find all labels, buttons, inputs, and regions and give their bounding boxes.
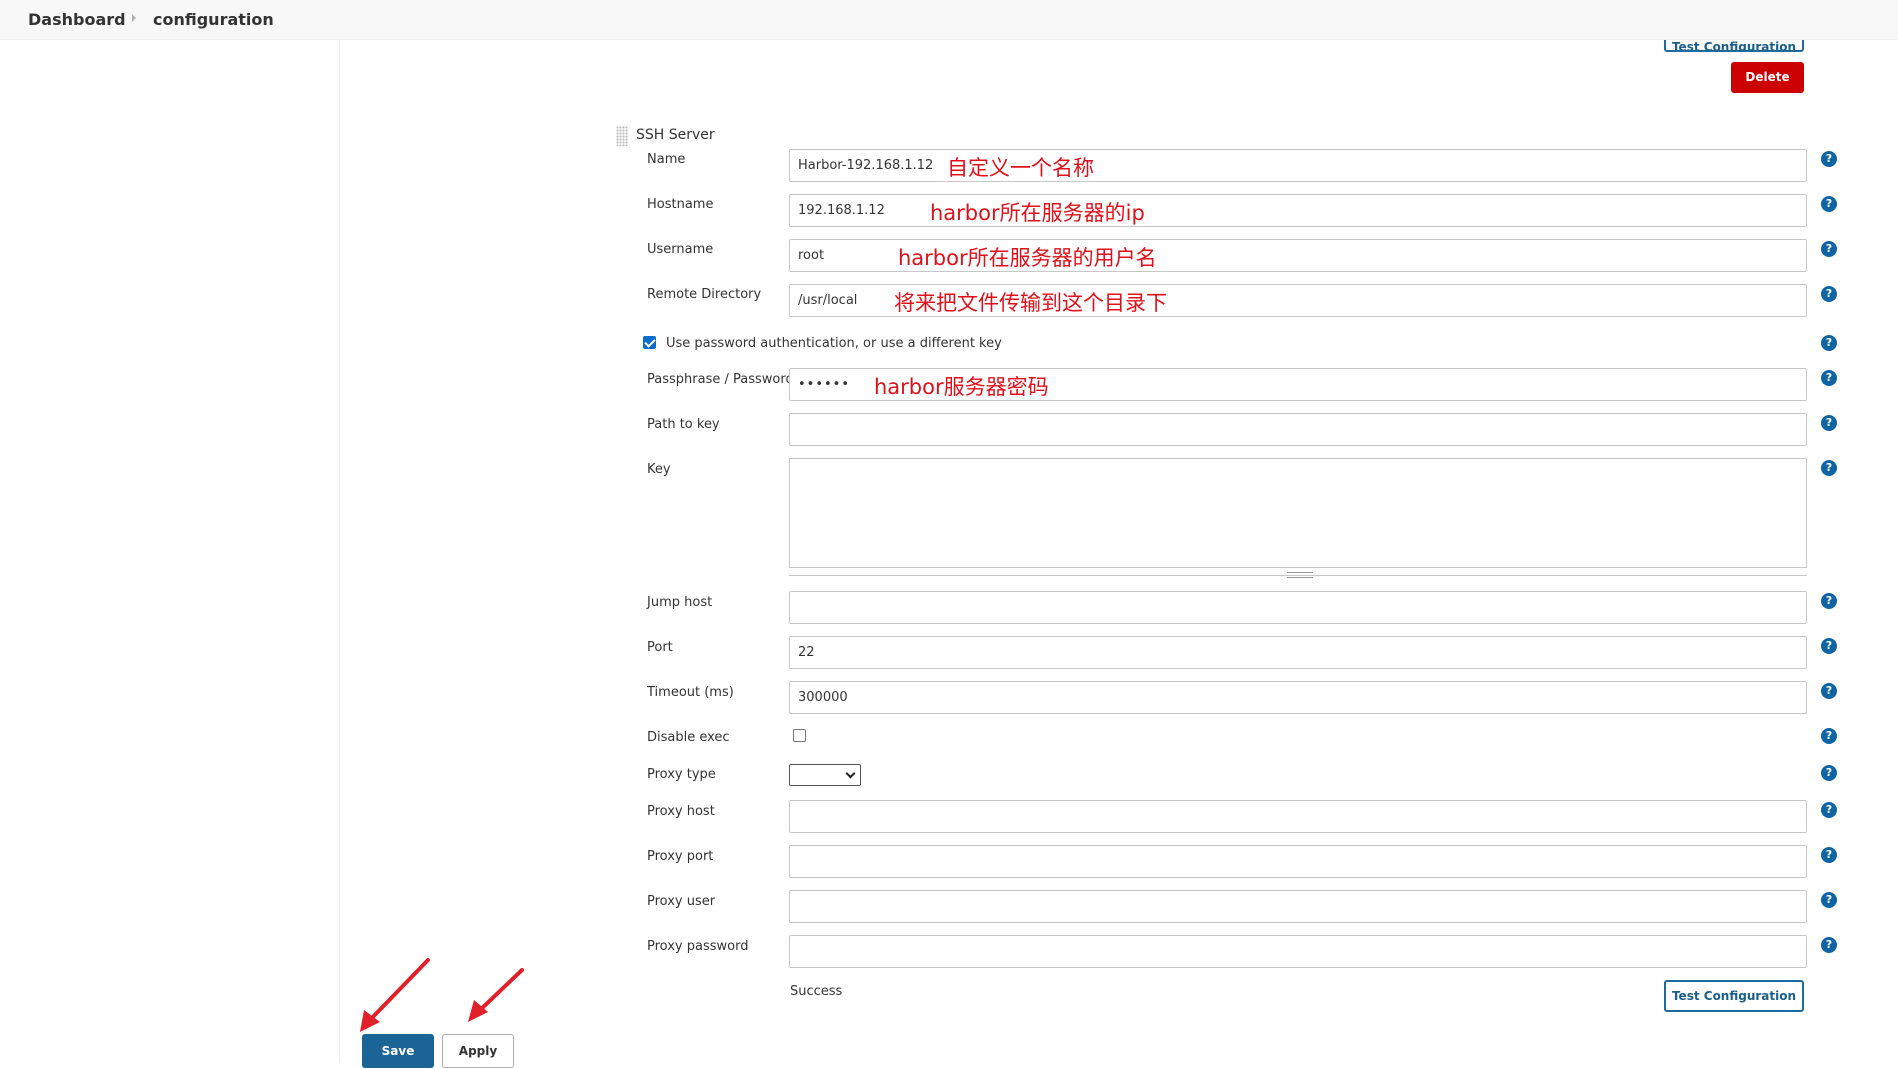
timeout-value: 300000 [798,690,848,705]
hostname-label: Hostname [647,197,714,212]
hostname-input[interactable]: 192.168.1.12 harbor所在服务器的ip [789,194,1807,227]
remote-directory-input[interactable]: /usr/local 将来把文件传输到这个目录下 [789,284,1807,317]
proxy-type-select[interactable] [789,764,861,786]
use-password-label: Use password authentication, or use a di… [666,336,1002,351]
help-icon[interactable]: ? [1821,241,1837,257]
remote-directory-label: Remote Directory [647,287,762,302]
use-password-checkbox[interactable] [643,336,656,349]
jump-host-label: Jump host [647,595,713,610]
proxy-user-label: Proxy user [647,894,716,909]
proxy-password-input[interactable] [789,935,1807,968]
red-arrow-icon [468,968,524,1022]
key-label: Key [647,462,671,477]
status-text: Success [790,984,843,999]
name-value: Harbor-192.168.1.12 [798,158,934,173]
help-icon[interactable]: ? [1821,286,1837,302]
password-value: •••••• [798,377,851,392]
timeout-input[interactable]: 300000 [789,681,1807,714]
drag-handle-icon[interactable] [616,126,628,146]
help-icon[interactable]: ? [1821,892,1837,908]
help-icon[interactable]: ? [1821,196,1837,212]
username-input[interactable]: root harbor所在服务器的用户名 [789,239,1807,272]
proxy-port-input[interactable] [789,845,1807,878]
name-input[interactable]: Harbor-192.168.1.12 自定义一个名称 [789,149,1807,182]
jump-host-input[interactable] [789,591,1807,624]
proxy-port-label: Proxy port [647,849,714,864]
help-icon[interactable]: ? [1821,151,1837,167]
password-annotation: harbor服务器密码 [874,375,1049,399]
red-arrow-icon [360,958,430,1032]
help-icon[interactable]: ? [1821,370,1837,386]
help-icon[interactable]: ? [1821,593,1837,609]
disable-exec-checkbox[interactable] [793,729,806,742]
delete-button[interactable]: Delete [1731,62,1804,93]
password-input[interactable]: •••••• harbor服务器密码 [789,368,1807,401]
proxy-host-label: Proxy host [647,804,715,819]
password-label: Passphrase / Password [647,372,794,387]
disable-exec-label: Disable exec [647,730,730,745]
breadcrumb-configuration[interactable]: configuration [153,10,274,29]
username-value: root [798,248,825,263]
proxy-host-input[interactable] [789,800,1807,833]
timeout-label: Timeout (ms) [647,685,734,700]
help-icon[interactable]: ? [1821,638,1837,654]
sidebar-divider [339,40,340,1063]
proxy-password-label: Proxy password [647,939,749,954]
path-to-key-label: Path to key [647,417,720,432]
help-icon[interactable]: ? [1821,937,1837,953]
remote-directory-annotation: 将来把文件传输到这个目录下 [894,291,1167,315]
help-icon[interactable]: ? [1821,847,1837,863]
remote-directory-value: /usr/local [798,293,858,308]
name-label: Name [647,152,686,167]
test-configuration-button[interactable]: Test Configuration [1664,980,1804,1012]
breadcrumb-dashboard[interactable]: Dashboard [28,10,126,29]
hostname-annotation: harbor所在服务器的ip [930,201,1145,225]
port-input[interactable]: 22 [789,636,1807,669]
help-icon[interactable]: ? [1821,335,1837,351]
help-icon[interactable]: ? [1821,765,1837,781]
proxy-user-input[interactable] [789,890,1807,923]
username-annotation: harbor所在服务器的用户名 [898,246,1157,270]
path-to-key-input[interactable] [789,413,1807,446]
help-icon[interactable]: ? [1821,460,1837,476]
help-icon[interactable]: ? [1821,415,1837,431]
help-icon[interactable]: ? [1821,728,1837,744]
resize-grip-icon[interactable] [1287,572,1313,578]
topbar-overlap [1660,0,1810,40]
name-annotation: 自定义一个名称 [947,156,1094,180]
chevron-down-icon [845,768,856,779]
port-value: 22 [798,645,815,660]
hostname-value: 192.168.1.12 [798,203,885,218]
proxy-type-label: Proxy type [647,767,716,782]
username-label: Username [647,242,714,257]
section-title: SSH Server [636,127,715,143]
help-icon[interactable]: ? [1821,683,1837,699]
breadcrumb: Dashboard configuration [0,0,1898,40]
help-icon[interactable]: ? [1821,802,1837,818]
breadcrumb-chevron-icon [132,14,136,22]
red-arrow-icon [360,958,524,1032]
key-textarea[interactable] [789,458,1807,568]
port-label: Port [647,640,673,655]
